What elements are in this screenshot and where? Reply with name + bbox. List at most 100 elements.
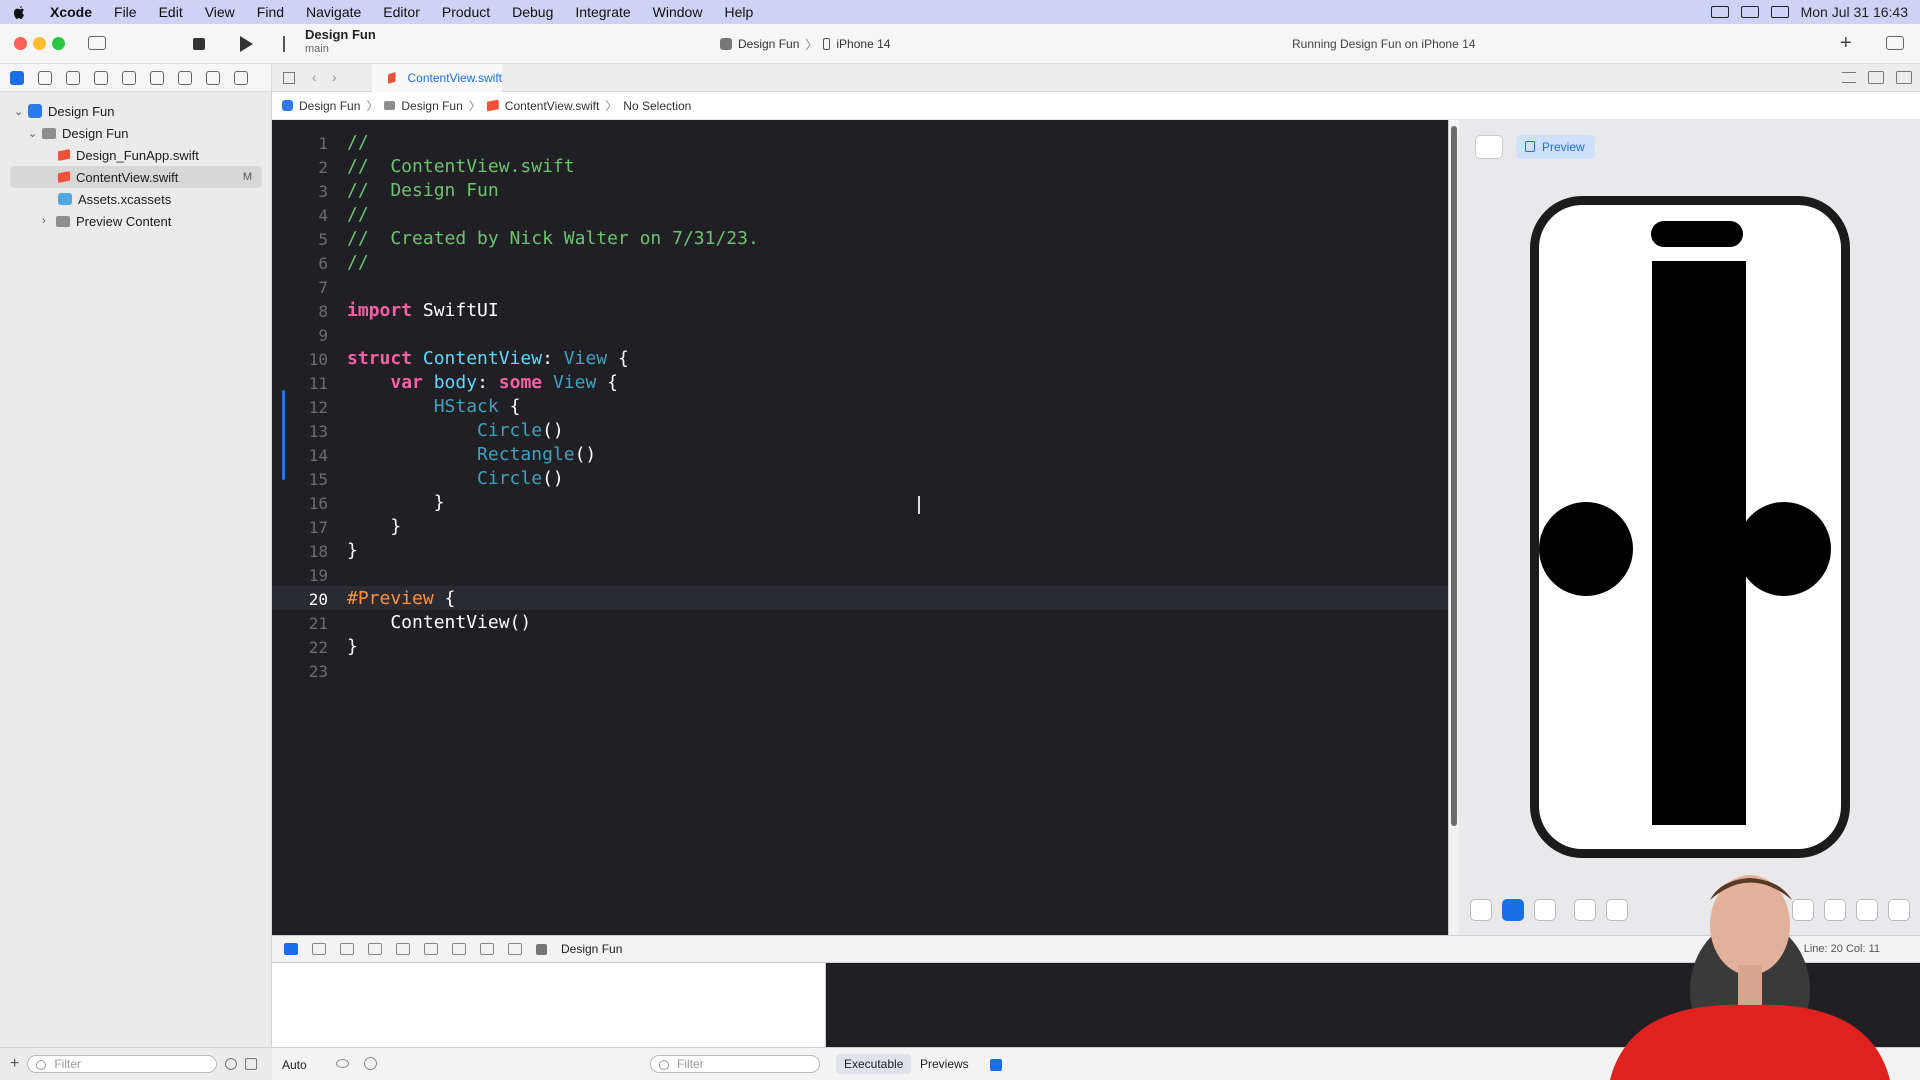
add-file-icon[interactable]: + — [10, 1055, 19, 1073]
add-icon[interactable]: + — [1840, 32, 1852, 55]
back-icon[interactable]: ‹ — [312, 69, 317, 85]
code-line[interactable]: } — [347, 636, 358, 657]
find-icon[interactable] — [94, 70, 108, 85]
menu-navigate[interactable]: Navigate — [306, 4, 361, 20]
code-line[interactable]: // — [347, 132, 369, 153]
breakpoints-toggle-icon[interactable] — [284, 943, 298, 955]
eye-icon[interactable] — [336, 1059, 349, 1068]
preview-mode-button[interactable]: Preview — [1516, 135, 1595, 159]
tree-item-preview-content[interactable]: › Preview Content — [42, 210, 264, 232]
info-icon[interactable] — [364, 1057, 377, 1070]
report-icon[interactable] — [234, 70, 248, 85]
code-line[interactable]: HStack { — [347, 396, 521, 417]
code-line[interactable]: } — [347, 516, 401, 537]
related-items-icon[interactable] — [1842, 72, 1856, 83]
live-preview-icon[interactable] — [1470, 899, 1492, 921]
stop-button[interactable] — [193, 38, 205, 50]
view-hierarchy-icon[interactable] — [424, 943, 438, 955]
tree-item-assets[interactable]: Assets.xcassets — [58, 188, 264, 210]
scm-filter-icon[interactable] — [245, 1058, 258, 1070]
bookmark-icon[interactable] — [66, 70, 80, 85]
code-line[interactable]: import SwiftUI — [347, 300, 499, 321]
step-out-icon[interactable] — [396, 943, 410, 955]
menu-app[interactable]: Xcode — [50, 4, 92, 20]
code-line[interactable]: struct ContentView: View { — [347, 348, 629, 369]
environment-overrides-icon[interactable] — [480, 943, 494, 955]
step-into-icon[interactable] — [368, 943, 382, 955]
tree-item-contentview[interactable]: ContentView.swift M — [10, 166, 262, 188]
code-line[interactable]: } — [347, 492, 445, 513]
code-line[interactable]: // — [347, 204, 369, 225]
code-line[interactable]: ContentView() — [347, 612, 531, 633]
chevron-down-icon[interactable]: ⌄ — [28, 127, 38, 140]
minimize-window-icon[interactable] — [33, 37, 46, 50]
menu-find[interactable]: Find — [257, 4, 284, 20]
debug-navigator-icon[interactable] — [178, 70, 192, 85]
menu-editor[interactable]: Editor — [383, 4, 420, 20]
scheme-selector[interactable]: Design Fun 〉 iPhone 14 — [720, 34, 890, 54]
breadcrumb-file[interactable]: ContentView.swift — [505, 99, 600, 113]
source-control-icon[interactable] — [38, 70, 52, 85]
tab-executable[interactable]: Executable — [836, 1054, 912, 1074]
memory-graph-icon[interactable] — [452, 943, 466, 955]
selectable-mode-icon[interactable] — [1502, 899, 1524, 921]
menu-file[interactable]: File — [114, 4, 137, 20]
pause-icon[interactable] — [312, 943, 326, 955]
project-navigator-icon[interactable] — [10, 70, 24, 85]
grid-icon[interactable] — [283, 72, 295, 84]
sidebar-toggle-icon[interactable] — [88, 36, 106, 50]
menu-edit[interactable]: Edit — [159, 4, 183, 20]
breakpoint-icon[interactable] — [206, 70, 220, 85]
code-line[interactable]: // Design Fun — [347, 180, 499, 201]
screen-mirror-icon[interactable] — [1710, 6, 1729, 18]
breadcrumb-group[interactable]: Design Fun — [401, 99, 462, 113]
menu-view[interactable]: View — [205, 4, 235, 20]
code-line[interactable]: Rectangle() — [347, 444, 596, 465]
breadcrumb-symbol[interactable]: No Selection — [623, 99, 691, 113]
menu-debug[interactable]: Debug — [512, 4, 553, 20]
variants-icon[interactable] — [1534, 899, 1556, 921]
tree-item-app-file[interactable]: Design_FunApp.swift — [58, 144, 264, 166]
chevron-down-icon[interactable]: ⌄ — [14, 105, 24, 118]
code-line[interactable]: } — [347, 540, 358, 561]
inspector-toggle-icon[interactable] — [1886, 36, 1904, 50]
tree-item-project[interactable]: ⌄ Design Fun — [14, 100, 264, 122]
menu-window[interactable]: Window — [653, 4, 703, 20]
forward-icon[interactable]: › — [332, 69, 337, 85]
code-line[interactable]: // Created by Nick Walter on 7/31/23. — [347, 228, 759, 249]
editor-options-icon[interactable] — [1868, 71, 1884, 84]
code-line[interactable]: Circle() — [347, 468, 564, 489]
menu-integrate[interactable]: Integrate — [575, 4, 630, 20]
code-line[interactable]: var body: some View { — [347, 372, 618, 393]
tab-contentview[interactable]: ContentView.swift — [372, 64, 502, 92]
menu-help[interactable]: Help — [724, 4, 753, 20]
navigator-filter-input[interactable]: Filter — [27, 1055, 218, 1073]
scrollbar-thumb[interactable] — [1451, 126, 1457, 826]
apple-icon[interactable] — [12, 4, 30, 20]
clear-console-icon[interactable] — [990, 1059, 1002, 1071]
editor-scrollbar[interactable] — [1448, 120, 1459, 935]
menubar-clock[interactable]: Mon Jul 31 16:43 — [1801, 4, 1908, 20]
iphone-preview[interactable] — [1530, 196, 1850, 858]
test-icon[interactable] — [150, 70, 164, 85]
menu-product[interactable]: Product — [442, 4, 490, 20]
variables-view[interactable] — [272, 963, 826, 1047]
source-editor[interactable]: 1 // 2 // ContentView.swift 3 // Design Fun 4 /… — [272, 120, 1448, 935]
pin-button[interactable] — [1475, 135, 1503, 159]
variables-filter-input[interactable]: Filter — [650, 1055, 820, 1073]
control-center-icon[interactable] — [1770, 6, 1789, 18]
location-icon[interactable] — [508, 943, 522, 955]
record-icon[interactable] — [1740, 6, 1759, 18]
code-line[interactable]: // ContentView.swift — [347, 156, 575, 177]
step-over-icon[interactable] — [340, 943, 354, 955]
tab-previews[interactable]: Previews — [920, 1057, 969, 1071]
code-line[interactable]: Circle() — [347, 420, 564, 441]
code-line[interactable]: // — [347, 252, 369, 273]
chevron-right-icon[interactable]: › — [42, 215, 52, 227]
tree-item-group[interactable]: ⌄ Design Fun — [28, 122, 264, 144]
breadcrumb-project[interactable]: Design Fun — [299, 99, 360, 113]
zoom-window-icon[interactable] — [52, 37, 65, 50]
close-window-icon[interactable] — [14, 37, 27, 50]
code-line[interactable]: #Preview { — [347, 588, 455, 609]
auto-selector[interactable]: Auto — [282, 1058, 307, 1072]
